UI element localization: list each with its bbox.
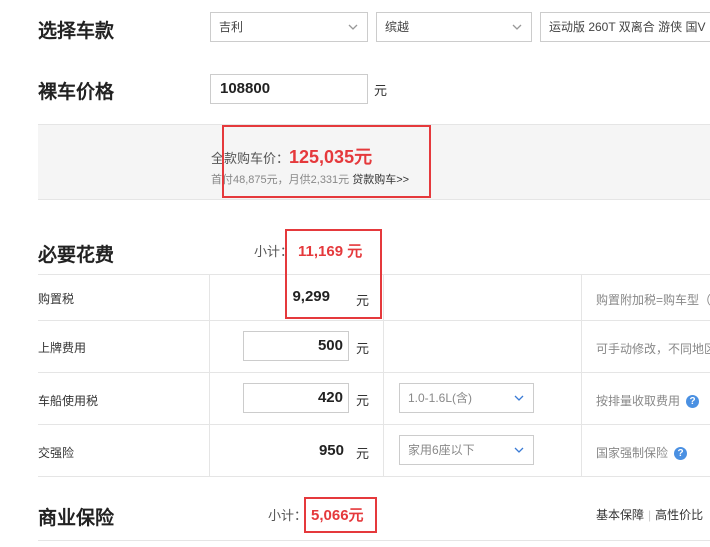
license-fee-input[interactable]: 500 — [243, 331, 349, 361]
table-divider — [383, 274, 384, 476]
table-divider — [38, 540, 710, 541]
help-icon[interactable]: ? — [686, 395, 700, 409]
compulsory-insurance-note-wrap: 国家强制保险? — [596, 444, 688, 461]
model-select[interactable]: 运动版 260T 双离合 游侠 国V — [540, 12, 710, 42]
seat-type-select[interactable]: 家用6座以下 — [399, 435, 534, 465]
chevron-down-icon — [348, 24, 358, 30]
brand-select[interactable]: 吉利 — [210, 12, 368, 42]
highlight-box-commercial — [304, 497, 377, 533]
seat-type-select-value: 家用6座以下 — [408, 443, 475, 457]
tab-high-value[interactable]: 高性价比 — [655, 508, 703, 522]
displacement-select-value: 1.0-1.6L(含) — [408, 391, 473, 405]
chevron-down-icon — [514, 447, 524, 453]
vehicle-tax-label: 车船使用税 — [38, 394, 99, 408]
commercial-insurance-title: 商业保险 — [38, 508, 115, 529]
table-divider — [581, 274, 582, 476]
bare-price-input[interactable]: 108800 — [210, 74, 368, 104]
vehicle-tax-unit: 元 — [356, 393, 370, 408]
license-fee-unit: 元 — [356, 341, 370, 356]
highlight-box-full-price — [222, 125, 431, 198]
tab-basic-protection[interactable]: 基本保障 — [596, 508, 644, 522]
table-divider — [38, 320, 710, 321]
displacement-select[interactable]: 1.0-1.6L(含) — [399, 383, 534, 413]
brand-select-value: 吉利 — [219, 20, 244, 34]
bare-price-unit: 元 — [374, 83, 388, 98]
license-fee-note: 可手动修改，不同地区 — [596, 342, 710, 356]
series-select[interactable]: 缤越 — [376, 12, 532, 42]
chevron-down-icon — [514, 395, 524, 401]
table-divider — [38, 476, 710, 477]
vehicle-tax-input[interactable]: 420 — [243, 383, 349, 413]
table-divider — [38, 372, 710, 373]
chevron-down-icon — [512, 24, 522, 30]
vehicle-tax-note: 按排量收取费用 — [596, 394, 681, 408]
compulsory-insurance-label: 交强险 — [38, 446, 75, 460]
compulsory-insurance-note: 国家强制保险 — [596, 446, 669, 460]
vehicle-tax-note-wrap: 按排量收取费用? — [596, 392, 700, 409]
compulsory-insurance-unit: 元 — [356, 446, 370, 461]
commercial-subtotal-label: 小计： — [268, 508, 308, 523]
insurance-plan-tabs: 基本保障 | 高性价比 — [596, 508, 704, 522]
highlight-box-required — [285, 229, 382, 319]
compulsory-insurance-value: 950 — [318, 442, 344, 459]
purchase-tax-note: 购置附加税=购车型（ — [596, 293, 710, 307]
series-select-value: 缤越 — [385, 20, 410, 34]
license-fee-label: 上牌费用 — [38, 341, 87, 355]
purchase-tax-label: 购置税 — [38, 292, 75, 306]
table-divider — [38, 424, 710, 425]
select-car-title: 选择车款 — [38, 21, 115, 42]
bare-price-title: 裸车价格 — [38, 82, 115, 103]
help-icon[interactable]: ? — [674, 447, 688, 461]
model-select-value: 运动版 260T 双离合 游侠 国V — [549, 20, 706, 34]
required-fees-title: 必要花费 — [38, 245, 115, 266]
table-divider — [209, 274, 210, 476]
